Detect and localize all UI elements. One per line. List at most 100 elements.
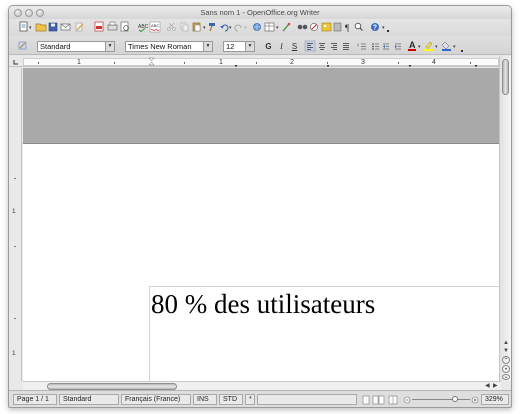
format-paintbrush-icon[interactable] — [209, 23, 215, 32]
chevron-down-icon[interactable]: ▼ — [105, 42, 114, 51]
toolbar-overflow-icon[interactable] — [387, 30, 389, 32]
zoom-level[interactable]: 329% — [481, 394, 509, 405]
pdf-icon[interactable] — [94, 21, 104, 32]
bold-button[interactable]: G — [264, 42, 273, 51]
undo-dropdown-icon[interactable]: ▾ — [229, 25, 232, 31]
background-color-icon[interactable] — [441, 41, 451, 51]
underline-button[interactable]: S — [290, 42, 299, 51]
table-icon[interactable] — [264, 22, 275, 32]
language-indicator[interactable]: Français (France) — [121, 394, 191, 405]
font-color-dropdown-icon[interactable]: ▾ — [418, 44, 421, 50]
font-size-select[interactable]: 12 ▼ — [223, 41, 255, 52]
navigator-icon[interactable] — [310, 23, 318, 31]
help-icon[interactable]: ? — [371, 23, 379, 32]
table-dropdown-icon[interactable]: ▾ — [276, 25, 279, 31]
new-icon[interactable] — [19, 21, 28, 32]
copy-icon[interactable] — [180, 22, 189, 32]
horizontal-scrollbar[interactable]: ◀ ▶ — [23, 381, 501, 390]
toolbar-overflow-icon[interactable] — [461, 50, 463, 52]
align-left-icon[interactable] — [304, 40, 316, 52]
font-name-select[interactable]: Times New Roman ▼ — [125, 41, 213, 52]
save-icon[interactable] — [48, 22, 58, 32]
highlight-icon[interactable] — [424, 41, 433, 51]
paste-dropdown-icon[interactable]: ▾ — [203, 25, 206, 31]
ruler-label: 1 — [77, 59, 81, 66]
vertical-scroll-thumb[interactable] — [502, 59, 509, 95]
justify-icon[interactable] — [343, 43, 349, 50]
paste-icon[interactable] — [192, 22, 201, 32]
open-icon[interactable] — [35, 23, 47, 32]
styles-formatting-icon[interactable] — [9, 36, 29, 55]
cut-icon[interactable] — [167, 22, 176, 31]
ruler-tick — [327, 62, 328, 64]
hyperlink-icon[interactable] — [253, 23, 261, 31]
navigation-icon[interactable]: • — [502, 365, 510, 373]
help-dropdown-icon[interactable]: ▾ — [382, 25, 385, 31]
ruler-tick — [14, 246, 16, 247]
nonprinting-chars-icon[interactable]: ¶ — [345, 23, 349, 33]
vertical-scrollbar[interactable]: ▲ ▼ ⌃ • ⌄ — [499, 56, 511, 381]
zoom-slider-handle[interactable] — [452, 396, 458, 402]
redo-icon[interactable] — [234, 24, 242, 32]
horizontal-scroll-thumb[interactable] — [47, 383, 177, 390]
scroll-right-icon[interactable]: ▶ — [493, 382, 498, 390]
numbering-icon[interactable]: 1 — [357, 43, 366, 50]
chevron-down-icon[interactable]: ▼ — [245, 42, 254, 51]
print-preview-icon[interactable] — [120, 21, 129, 32]
svg-text:?: ? — [373, 25, 377, 32]
scroll-down-icon[interactable]: ▼ — [502, 347, 510, 355]
increase-indent-icon[interactable] — [395, 43, 401, 50]
chevron-down-icon[interactable]: ▼ — [203, 42, 212, 51]
insert-mode-indicator[interactable]: INS — [193, 394, 217, 405]
zoom-icon[interactable] — [354, 22, 363, 31]
selection-mode-indicator[interactable]: STD — [219, 394, 243, 405]
zoom-out-icon[interactable] — [403, 396, 411, 404]
highlight-dropdown-icon[interactable]: ▾ — [435, 44, 438, 50]
ruler-tick — [184, 62, 185, 64]
book-view-icon[interactable] — [388, 395, 398, 405]
scroll-up-icon[interactable]: ▲ — [502, 339, 510, 347]
ruler-label: 1 — [12, 350, 16, 357]
decrease-indent-icon[interactable] — [383, 43, 389, 50]
horizontal-ruler[interactable]: 1 1 2 3 4 — [9, 56, 511, 67]
email-icon[interactable] — [60, 23, 71, 31]
find-replace-icon[interactable] — [297, 24, 308, 30]
page-background — [23, 68, 501, 143]
print-icon[interactable] — [107, 21, 118, 31]
vertical-ruler[interactable]: 1 1 — [9, 68, 22, 381]
status-bar: Page 1 / 1 Standard Français (France) IN… — [9, 390, 511, 407]
page-style-indicator[interactable]: Standard — [59, 394, 119, 405]
ruler-label: 2 — [290, 59, 294, 66]
align-center-icon[interactable] — [319, 43, 325, 50]
zoom-in-icon[interactable] — [471, 396, 479, 404]
page-indicator[interactable]: Page 1 / 1 — [13, 394, 57, 405]
paragraph-style-select[interactable]: Standard ▼ — [37, 41, 115, 52]
data-sources-icon[interactable] — [333, 22, 342, 32]
font-color-icon[interactable]: A — [408, 40, 416, 51]
scroll-left-icon[interactable]: ◀ — [485, 382, 490, 390]
tab-type-icon[interactable] — [9, 56, 23, 67]
document-text[interactable]: 80 % des utilisateurs — [151, 289, 375, 320]
single-page-view-icon[interactable] — [362, 395, 370, 405]
autospell-icon[interactable]: ABC — [149, 21, 161, 33]
document-canvas[interactable]: 80 % des utilisateurs — [23, 68, 501, 381]
next-page-icon[interactable]: ⌄ — [502, 374, 510, 380]
align-right-icon[interactable] — [331, 43, 337, 50]
ruler-label: 4 — [432, 59, 436, 66]
multi-page-view-icon[interactable] — [372, 395, 385, 405]
edit-file-icon[interactable] — [75, 22, 84, 32]
new-dropdown-icon[interactable]: ▾ — [29, 25, 32, 31]
redo-dropdown-icon[interactable]: ▾ — [244, 25, 247, 31]
previous-page-icon[interactable]: ⌃ — [502, 356, 510, 364]
text-boundary — [149, 286, 150, 381]
undo-icon[interactable] — [220, 24, 229, 32]
italic-button[interactable]: I — [277, 42, 286, 51]
background-dropdown-icon[interactable]: ▾ — [453, 44, 456, 50]
zoom-slider[interactable] — [412, 399, 470, 400]
spellcheck-icon[interactable]: ABC — [138, 24, 149, 33]
draw-functions-icon[interactable] — [282, 22, 291, 32]
bullets-icon[interactable] — [372, 43, 379, 50]
gallery-icon[interactable] — [321, 22, 332, 32]
signature-field[interactable] — [257, 394, 357, 405]
svg-text:A: A — [409, 40, 416, 50]
